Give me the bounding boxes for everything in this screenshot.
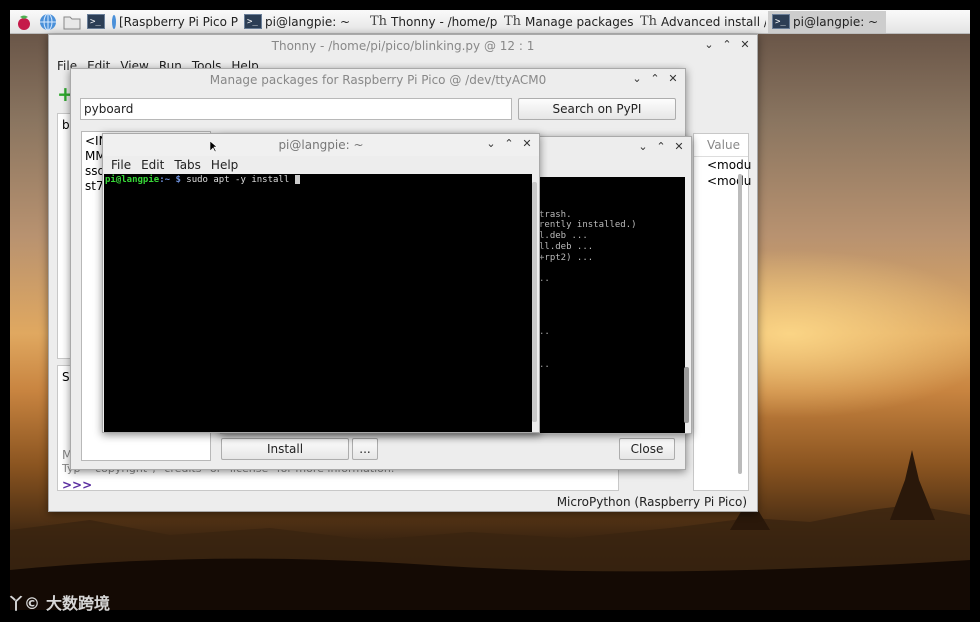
command-text: sudo apt -y install	[180, 175, 295, 185]
browser-icon[interactable]	[38, 12, 58, 32]
output-scrollbar[interactable]	[684, 367, 689, 423]
toolbar-new-icon[interactable]: +	[57, 84, 74, 104]
minimize-icon[interactable]: ⌄	[485, 137, 497, 150]
minimize-icon[interactable]: ⌄	[637, 140, 649, 153]
task-terminal-2[interactable]: >_ pi@langpie: ~	[768, 10, 886, 33]
minimize-icon[interactable]: ⌄	[703, 38, 715, 51]
text-cursor	[294, 175, 300, 184]
raspberry-icon[interactable]	[14, 12, 34, 32]
close-icon[interactable]: ✕	[521, 137, 533, 150]
minimize-icon[interactable]: ⌄	[631, 72, 643, 85]
manage-titlebar[interactable]: Manage packages for Raspberry Pi Pico @ …	[71, 69, 685, 91]
task-browser[interactable]: [Raspberry Pi Pico Py...	[108, 11, 238, 33]
close-icon[interactable]: ✕	[667, 72, 679, 85]
close-icon[interactable]: ✕	[739, 38, 751, 51]
maximize-icon[interactable]: ⌃	[649, 72, 661, 85]
variables-header: Value	[694, 134, 748, 157]
package-search-input[interactable]: pyboard	[80, 98, 512, 120]
menu-tabs[interactable]: Tabs	[174, 158, 201, 172]
watermark: 丫© 大数跨境	[8, 590, 110, 614]
terminal-icon: >_	[772, 14, 790, 29]
maximize-icon[interactable]: ⌃	[721, 38, 733, 51]
menu-edit[interactable]: Edit	[141, 158, 164, 172]
terminal-window: pi@langpie: ~ ⌄ ⌃ ✕ File Edit Tabs Help …	[102, 133, 540, 433]
close-icon[interactable]: ✕	[673, 140, 685, 153]
task-advanced-install[interactable]: Th Advanced install / up...	[636, 11, 766, 33]
terminal-menubar: File Edit Tabs Help	[103, 156, 539, 174]
folder-icon[interactable]	[62, 12, 82, 32]
variables-panel: Value <modu <modu	[693, 133, 752, 491]
mouse-pointer-icon	[210, 141, 218, 153]
terminal-scrollbar[interactable]	[532, 182, 537, 422]
watermark-logo: 丫©	[8, 594, 41, 613]
terminal-screen[interactable]: pi@langpie:~ $ sudo apt -y install	[104, 174, 532, 432]
maximize-icon[interactable]: ⌃	[655, 140, 667, 153]
thonny-icon: Th	[370, 14, 388, 29]
watermark-text: 大数跨境	[46, 594, 111, 613]
chromium-icon	[112, 14, 116, 29]
search-pypi-button[interactable]: Search on PyPI	[518, 98, 676, 120]
thonny-icon: Th	[504, 14, 522, 29]
thonny-titlebar[interactable]: Thonny - /home/pi/pico/blinking.py @ 12 …	[49, 35, 757, 57]
install-button[interactable]: Install	[221, 438, 349, 460]
prompt-user: pi@langpie	[105, 175, 160, 185]
menu-help[interactable]: Help	[211, 158, 238, 172]
task-thonny[interactable]: Th Thonny - /home/pi/...	[366, 11, 498, 33]
shell-prompt[interactable]: >>>	[62, 478, 92, 492]
task-manage-packages[interactable]: Th Manage packages for...	[500, 11, 634, 33]
top-panel: >_ [Raspberry Pi Pico Py... >_ pi@langpi…	[10, 10, 970, 34]
task-terminal-1[interactable]: >_ pi@langpie: ~	[240, 11, 364, 33]
close-button[interactable]: Close	[619, 438, 675, 460]
prompt-path: :~ $	[159, 175, 181, 185]
terminal-icon: >_	[244, 14, 262, 29]
more-options-button[interactable]: ...	[352, 438, 378, 460]
variable-value: <modu	[707, 158, 752, 172]
maximize-icon[interactable]: ⌃	[503, 137, 515, 150]
menu-file[interactable]: File	[111, 158, 131, 172]
status-bar: MicroPython (Raspberry Pi Pico)	[556, 495, 747, 509]
thonny-icon: Th	[640, 14, 658, 29]
terminal-titlebar[interactable]: pi@langpie: ~ ⌄ ⌃ ✕	[103, 134, 539, 156]
variables-scrollbar[interactable]	[738, 174, 742, 474]
terminal-icon[interactable]: >_	[86, 12, 106, 32]
